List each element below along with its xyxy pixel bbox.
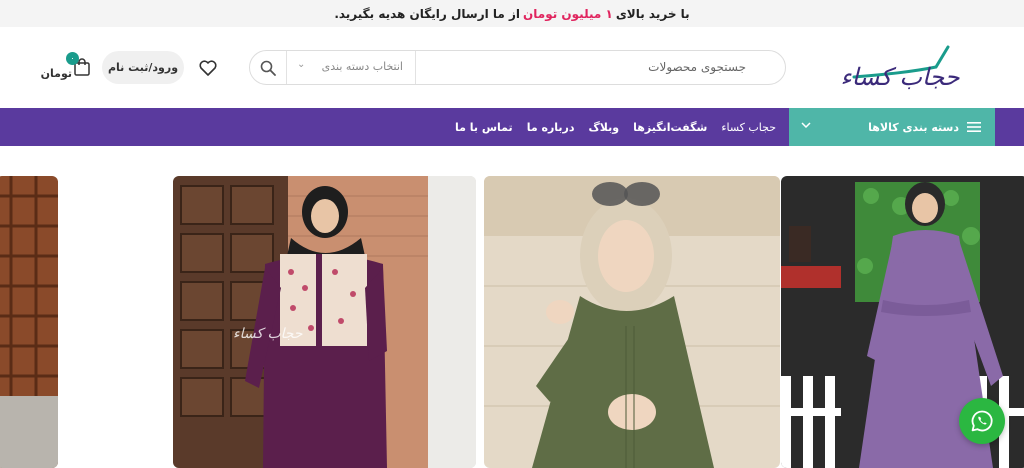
whatsapp-icon (971, 410, 993, 432)
slide-lattice-door[interactable] (0, 176, 58, 468)
svg-text:حجاب کساء: حجاب کساء (840, 63, 959, 91)
main-nav: دسته بندی کالاها حجاب کساء شگفت‌انگیزها … (0, 108, 1024, 146)
search-button[interactable] (250, 51, 286, 84)
categories-label: دسته بندی کالاها (868, 120, 959, 134)
promo-suffix: از ما ارسال رایگان هدیه بگیرید. (334, 6, 521, 21)
cart-count-badge: ۰ (66, 52, 79, 65)
categories-menu-button[interactable]: دسته بندی کالاها (789, 108, 995, 146)
search-icon (260, 60, 276, 76)
cart-icon: ۰ (66, 52, 92, 77)
svg-text:حجاب کساء: حجاب کساء (233, 326, 303, 342)
slide-photo (0, 176, 58, 468)
search-placeholder: جستجوی محصولات (648, 60, 746, 74)
slide-olive-dress[interactable] (484, 176, 780, 468)
category-select[interactable]: انتخاب دسته بندی ⌄ (286, 51, 416, 84)
nav-links: حجاب کساء شگفت‌انگیزها وبلاگ درباره ما ت… (441, 108, 776, 146)
whatsapp-button[interactable] (959, 398, 1005, 444)
chevron-down-icon (801, 122, 811, 129)
chevron-down-icon: ⌄ (297, 59, 306, 70)
slide-photo: حجاب کساء (173, 176, 476, 468)
product-slider[interactable]: حجاب کساء (0, 176, 1024, 468)
search-bar: جستجوی محصولات انتخاب دسته بندی ⌄ (249, 50, 786, 85)
promo-prefix: با خرید بالای (615, 6, 690, 21)
nav-link-blog[interactable]: وبلاگ (589, 121, 620, 134)
promo-highlight: ۱ میلیون تومان (523, 6, 613, 21)
nav-link-contact[interactable]: تماس با ما (455, 121, 513, 134)
site-logo[interactable]: حجاب کساء (836, 33, 964, 97)
nav-link-brand[interactable]: حجاب کساء (721, 121, 776, 134)
login-label: ورود/ثبت نام (107, 61, 179, 74)
login-button[interactable]: ورود/ثبت نام (102, 51, 184, 84)
slide-photo (484, 176, 780, 468)
cart-button[interactable]: ۰ ۰ تومان (28, 52, 92, 80)
promo-bar: با خرید بالای ۱ میلیون تومان از ما ارسال… (0, 0, 1024, 27)
heart-icon[interactable] (198, 58, 218, 78)
nav-link-about[interactable]: درباره ما (527, 121, 575, 134)
menu-icon (967, 122, 981, 132)
category-select-label: انتخاب دسته بندی (321, 60, 403, 73)
nav-link-deals[interactable]: شگفت‌انگیزها (633, 121, 707, 134)
search-input[interactable]: جستجوی محصولات (416, 51, 786, 84)
site-header: حجاب کساء جستجوی محصولات انتخاب دسته بند… (0, 27, 1024, 108)
slide-floral-vest[interactable]: حجاب کساء (173, 176, 476, 468)
